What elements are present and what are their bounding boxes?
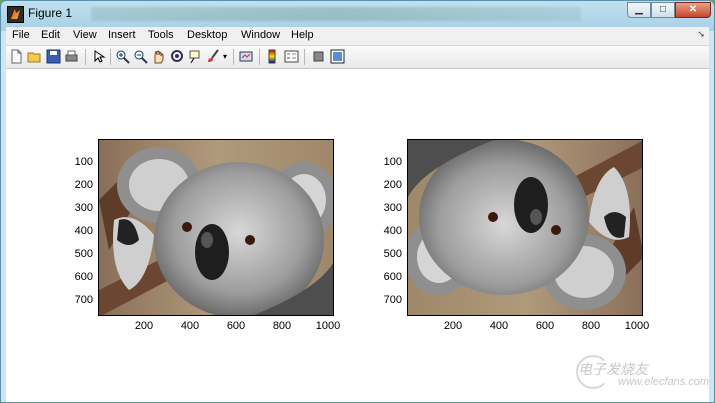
link-plot-icon[interactable]	[239, 49, 254, 64]
menu-edit[interactable]: Edit	[41, 29, 60, 41]
colorbar-icon[interactable]	[265, 49, 280, 64]
menu-help[interactable]: Help	[291, 29, 314, 41]
menu-window[interactable]: Window	[241, 29, 280, 41]
save-icon[interactable]	[46, 49, 61, 64]
x-tick-label: 800	[581, 320, 601, 332]
y-tick-label: 700	[383, 294, 402, 306]
figure-window: Figure 1 ▁ □ ✕ File Edit View Insert Too…	[0, 0, 715, 403]
x-tick-label: 200	[443, 320, 463, 332]
show-plot-tools-icon[interactable]	[330, 49, 345, 64]
y-tick-label: 200	[74, 179, 93, 191]
window-title: Figure 1	[28, 6, 73, 20]
title-bar[interactable]: Figure 1 ▁ □ ✕	[1, 1, 714, 27]
open-file-icon[interactable]	[27, 49, 42, 64]
figure-canvas[interactable]: 100 200 300 400 500 600 700 200 400 600 …	[6, 69, 709, 402]
toolbar-separator	[85, 49, 86, 65]
toolbar-separator	[233, 49, 234, 65]
x-tick-label: 800	[272, 320, 292, 332]
menu-insert[interactable]: Insert	[108, 29, 136, 41]
blurred-title-area	[91, 7, 581, 21]
data-cursor-icon[interactable]	[188, 49, 203, 64]
y-tick-label: 200	[383, 179, 402, 191]
axes-original-image[interactable]	[98, 139, 334, 316]
koala-image-original	[99, 140, 333, 315]
x-tick-label: 600	[226, 320, 246, 332]
toolbar-separator	[304, 49, 305, 65]
figure-toolbar: ▾	[6, 46, 709, 69]
x-tick-label: 400	[180, 320, 200, 332]
zoom-in-icon[interactable]	[115, 49, 130, 64]
menu-tools[interactable]: Tools	[148, 29, 174, 41]
toolbar-separator	[259, 49, 260, 65]
axes-rotated-image[interactable]	[407, 139, 643, 316]
x-tick-label: 200	[134, 320, 154, 332]
rotate-3d-icon[interactable]	[170, 49, 185, 64]
x-tick-label: 600	[535, 320, 555, 332]
watermark-url: www.elecfans.com	[618, 376, 710, 388]
x-tick-label: 400	[489, 320, 509, 332]
y-tick-label: 400	[74, 225, 93, 237]
y-tick-label: 100	[74, 156, 93, 168]
menu-file[interactable]: File	[12, 29, 30, 41]
maximize-button[interactable]: □	[651, 2, 675, 18]
zoom-out-icon[interactable]	[133, 49, 148, 64]
y-tick-label: 300	[383, 202, 402, 214]
y-tick-label: 100	[383, 156, 402, 168]
koala-image-rotated	[408, 140, 642, 315]
brush-icon[interactable]	[206, 49, 221, 64]
x-tick-label: 1000	[315, 320, 341, 332]
x-tick-label: 1000	[624, 320, 650, 332]
y-tick-label: 300	[74, 202, 93, 214]
toolbar-separator	[110, 49, 111, 65]
dock-arrow-icon[interactable]: ➘	[697, 29, 705, 40]
legend-icon[interactable]	[284, 49, 299, 64]
brush-dropdown-icon[interactable]: ▾	[221, 49, 229, 64]
pan-icon[interactable]	[151, 49, 166, 64]
menu-bar: File Edit View Insert Tools Desktop Wind…	[6, 27, 709, 46]
y-tick-label: 600	[383, 271, 402, 283]
menu-view[interactable]: View	[73, 29, 97, 41]
y-tick-label: 400	[383, 225, 402, 237]
print-icon[interactable]	[64, 49, 79, 64]
y-tick-label: 700	[74, 294, 93, 306]
y-tick-label: 500	[74, 248, 93, 260]
new-figure-icon[interactable]	[9, 49, 24, 64]
edit-plot-icon[interactable]	[91, 49, 106, 64]
y-tick-label: 500	[383, 248, 402, 260]
menu-desktop[interactable]: Desktop	[187, 29, 227, 41]
hide-plot-tools-icon[interactable]	[311, 49, 326, 64]
y-tick-label: 600	[74, 271, 93, 283]
matlab-icon	[7, 6, 24, 23]
minimize-button[interactable]: ▁	[627, 2, 651, 18]
close-button[interactable]: ✕	[675, 2, 711, 18]
